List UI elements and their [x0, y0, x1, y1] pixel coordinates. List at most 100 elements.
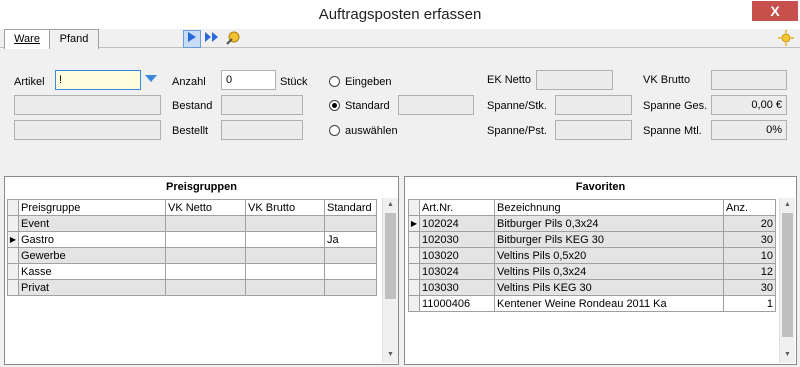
- tab-ware-label: Ware: [14, 33, 40, 45]
- spanne-stk-field: [555, 95, 632, 115]
- row-indicator: [7, 199, 19, 216]
- fast-forward-icon[interactable]: [203, 30, 221, 48]
- cell-bezeichnung[interactable]: Kentener Weine Rondeau 2011 Ka: [494, 295, 724, 312]
- cell-vk-netto[interactable]: [165, 215, 246, 232]
- row-indicator: [408, 199, 420, 216]
- table-header: Preisgruppe VK Netto VK Brutto Standard: [7, 199, 377, 216]
- table-row[interactable]: 103024 Veltins Pils 0,3x24 12: [408, 263, 776, 280]
- cell-artnr[interactable]: 11000406: [419, 295, 495, 312]
- cell-vk-brutto[interactable]: [245, 215, 325, 232]
- sun-icon[interactable]: [778, 30, 794, 46]
- cell-standard[interactable]: [324, 247, 377, 264]
- cell-anz[interactable]: 30: [723, 279, 776, 296]
- table-row[interactable]: 102030 Bitburger Pils KEG 30 30: [408, 231, 776, 248]
- scroll-down-icon[interactable]: ▼: [780, 350, 795, 360]
- cell-vk-netto[interactable]: [165, 247, 246, 264]
- cell-vk-netto[interactable]: [165, 279, 246, 296]
- cell-anz[interactable]: 30: [723, 231, 776, 248]
- cell-vk-netto[interactable]: [165, 231, 246, 248]
- cell-artnr[interactable]: 102024: [419, 215, 495, 232]
- cell-bezeichnung[interactable]: Veltins Pils 0,5x20: [494, 247, 724, 264]
- table-row[interactable]: Privat: [7, 279, 377, 296]
- star-pointer-icon[interactable]: [224, 30, 242, 48]
- table-row[interactable]: ▶ 102024 Bitburger Pils 0,3x24 20: [408, 215, 776, 232]
- radio-standard[interactable]: [329, 100, 340, 111]
- cell-anz[interactable]: 10: [723, 247, 776, 264]
- cell-standard[interactable]: [324, 263, 377, 280]
- close-button[interactable]: X: [752, 1, 798, 21]
- tab-pfand[interactable]: Pfand: [49, 29, 99, 49]
- radio-auswaehlen[interactable]: [329, 125, 340, 136]
- column-header[interactable]: VK Netto: [165, 199, 246, 216]
- column-header[interactable]: Anz.: [723, 199, 776, 216]
- tab-strip-border: [0, 47, 800, 48]
- spanne-pst-field: [555, 120, 632, 140]
- bestand-label: Bestand: [172, 100, 213, 112]
- preisgruppen-scrollbar[interactable]: ▲ ▼: [382, 198, 398, 363]
- cell-artnr[interactable]: 102030: [419, 231, 495, 248]
- row-indicator: [408, 247, 420, 264]
- table-row[interactable]: Gewerbe: [7, 247, 377, 264]
- cell-preisgruppe[interactable]: Gastro: [18, 231, 166, 248]
- cell-standard[interactable]: Ja: [324, 231, 377, 248]
- artikel-extra-field: [14, 120, 161, 140]
- column-header[interactable]: Standard: [324, 199, 377, 216]
- row-indicator: [7, 247, 19, 264]
- cell-bezeichnung[interactable]: Veltins Pils 0,3x24: [494, 263, 724, 280]
- cell-preisgruppe[interactable]: Kasse: [18, 263, 166, 280]
- chevron-down-icon[interactable]: [145, 74, 157, 84]
- artikel-input[interactable]: !: [55, 70, 141, 90]
- scroll-down-icon[interactable]: ▼: [383, 350, 398, 360]
- cell-vk-brutto[interactable]: [245, 247, 325, 264]
- cell-preisgruppe[interactable]: Event: [18, 215, 166, 232]
- cell-anz[interactable]: 20: [723, 215, 776, 232]
- scroll-up-icon[interactable]: ▲: [780, 200, 795, 210]
- cell-vk-brutto[interactable]: [245, 263, 325, 280]
- cell-artnr[interactable]: 103030: [419, 279, 495, 296]
- current-row-icon: ▶: [7, 231, 19, 248]
- tab-pfand-label: Pfand: [59, 33, 89, 45]
- cell-bezeichnung[interactable]: Bitburger Pils 0,3x24: [494, 215, 724, 232]
- spanne-ges-field: 0,00 €: [711, 95, 787, 115]
- table-row[interactable]: 11000406 Kentener Weine Rondeau 2011 Ka …: [408, 295, 776, 312]
- spanne-mtl-label: Spanne Mtl.: [643, 125, 702, 137]
- cell-vk-brutto[interactable]: [245, 231, 325, 248]
- table-row[interactable]: 103030 Veltins Pils KEG 30 30: [408, 279, 776, 296]
- play-icon[interactable]: [183, 30, 201, 48]
- scroll-up-icon[interactable]: ▲: [383, 200, 398, 210]
- table-row[interactable]: Kasse: [7, 263, 377, 280]
- cell-vk-brutto[interactable]: [245, 279, 325, 296]
- cell-standard[interactable]: [324, 279, 377, 296]
- anzahl-input[interactable]: 0: [221, 70, 276, 90]
- spanne-mtl-field: 0%: [711, 120, 787, 140]
- column-header[interactable]: VK Brutto: [245, 199, 325, 216]
- table-row[interactable]: 103020 Veltins Pils 0,5x20 10: [408, 247, 776, 264]
- cell-preisgruppe[interactable]: Gewerbe: [18, 247, 166, 264]
- cell-preisgruppe[interactable]: Privat: [18, 279, 166, 296]
- cell-bezeichnung[interactable]: Veltins Pils KEG 30: [494, 279, 724, 296]
- artikel-label: Artikel: [14, 76, 45, 88]
- table-row[interactable]: ▶ Gastro Ja: [7, 231, 377, 248]
- radio-auswaehlen-label: auswählen: [345, 125, 398, 137]
- scroll-thumb[interactable]: [385, 213, 396, 299]
- cell-bezeichnung[interactable]: Bitburger Pils KEG 30: [494, 231, 724, 248]
- tab-ware[interactable]: Ware: [4, 29, 50, 49]
- favoriten-title: Favoriten: [575, 181, 626, 193]
- cell-artnr[interactable]: 103020: [419, 247, 495, 264]
- cell-standard[interactable]: [324, 215, 377, 232]
- cell-anz[interactable]: 1: [723, 295, 776, 312]
- column-header[interactable]: Preisgruppe: [18, 199, 166, 216]
- radio-eingeben[interactable]: [329, 76, 340, 87]
- row-indicator: [7, 279, 19, 296]
- close-icon: X: [770, 3, 780, 19]
- cell-artnr[interactable]: 103024: [419, 263, 495, 280]
- column-header[interactable]: Art.Nr.: [419, 199, 495, 216]
- table-row[interactable]: Event: [7, 215, 377, 232]
- cell-anz[interactable]: 12: [723, 263, 776, 280]
- preisgruppen-table: Preisgruppe VK Netto VK Brutto Standard …: [7, 199, 377, 296]
- row-indicator: [408, 231, 420, 248]
- column-header[interactable]: Bezeichnung: [494, 199, 724, 216]
- cell-vk-netto[interactable]: [165, 263, 246, 280]
- scroll-thumb[interactable]: [782, 213, 793, 337]
- favoriten-scrollbar[interactable]: ▲ ▼: [779, 198, 795, 363]
